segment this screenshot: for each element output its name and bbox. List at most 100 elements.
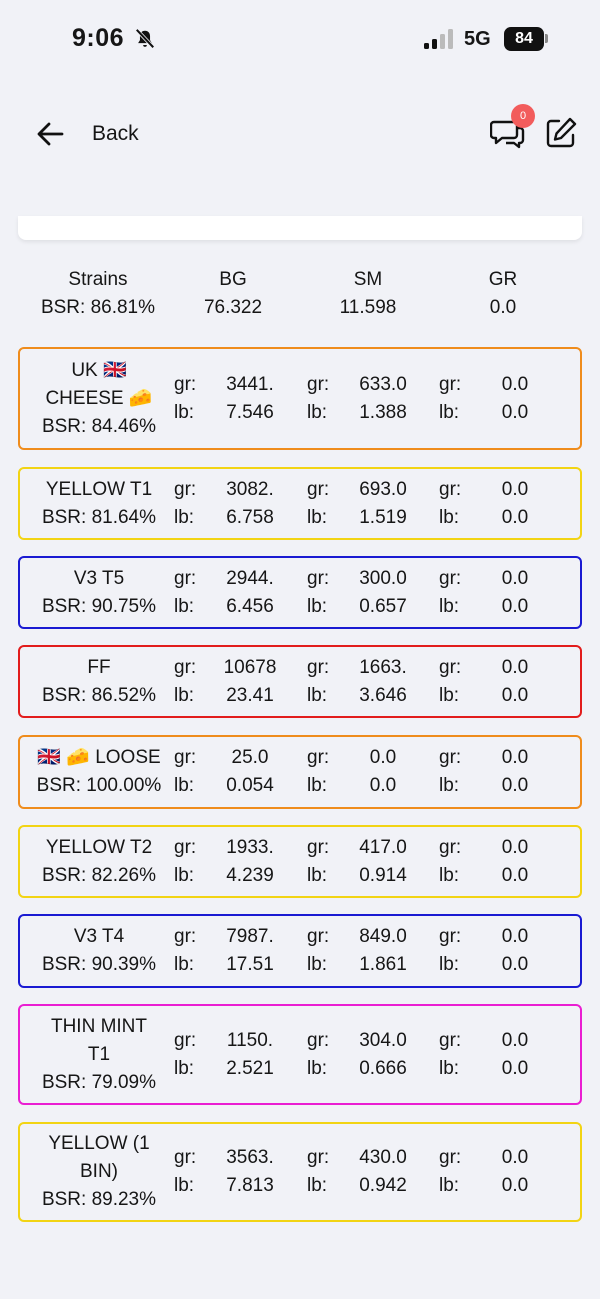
gr-label: gr:	[307, 657, 330, 678]
lb-label: lb:	[307, 507, 328, 528]
bg-lb-value: 2.521	[226, 1058, 274, 1079]
gr-gr-value: 0.0	[501, 1147, 529, 1168]
lb-label: lb:	[174, 775, 195, 796]
summary-gr: GR 0.0	[453, 266, 553, 322]
gr-line: gr: 3441. gr: 633.0 gr: 0.0	[20, 371, 580, 399]
gr-lb-value: 0.0	[501, 685, 529, 706]
sm-lb-value: 3.646	[359, 685, 407, 706]
bg-lb-value: 6.758	[226, 507, 274, 528]
gr-label: gr:	[174, 374, 197, 395]
lb-label: lb:	[174, 1175, 195, 1196]
gr-gr-value: 0.0	[501, 657, 529, 678]
sm-gr-value: 693.0	[359, 479, 407, 500]
gr-gr-value: 0.0	[501, 479, 529, 500]
gr-label: gr:	[174, 479, 197, 500]
gr-gr-value: 0.0	[501, 568, 529, 589]
lb-line: lb: 2.521 lb: 0.666 lb: 0.0	[20, 1055, 580, 1083]
gr-label: GR	[488, 269, 518, 290]
signal-icon	[424, 29, 453, 49]
gr-label: gr:	[174, 837, 197, 858]
sm-gr-value: 1663.	[359, 657, 407, 678]
lb-label: lb:	[307, 775, 328, 796]
bg-gr-value: 3082.	[226, 479, 274, 500]
gr-label: gr:	[174, 1030, 197, 1051]
strain-row[interactable]: 🇬🇧 🧀 LOOSE BSR: 100.00% gr: 25.0 gr: 0.0 gr: 0.…	[18, 735, 582, 809]
lb-line: lb: 6.456 lb: 0.657 lb: 0.0	[20, 593, 580, 621]
sm-total: 11.598	[339, 297, 397, 318]
lb-label: lb:	[439, 1175, 460, 1196]
lb-line: lb: 17.51 lb: 1.861 lb: 0.0	[20, 951, 580, 979]
network-label: 5G	[464, 28, 491, 50]
gr-label: gr:	[307, 568, 330, 589]
strain-row[interactable]: YELLOW T1 BSR: 81.64% gr: 3082. gr: 693.0 gr: 0…	[18, 467, 582, 540]
gr-label: gr:	[439, 479, 462, 500]
bell-muted-icon	[135, 28, 155, 49]
bg-lb-value: 23.41	[226, 685, 274, 706]
strain-row[interactable]: THIN MINT T1 BSR: 79.09% gr: 1150. gr: 304.0 gr…	[18, 1004, 582, 1105]
gr-lb-value: 0.0	[501, 954, 529, 975]
sm-gr-value: 417.0	[359, 837, 407, 858]
gr-line: gr: 10678 gr: 1663. gr: 0.0	[20, 654, 580, 682]
lb-label: lb:	[439, 775, 460, 796]
summary-sm: SM 11.598	[308, 266, 428, 322]
gr-gr-value: 0.0	[501, 926, 529, 947]
sm-gr-value: 300.0	[359, 568, 407, 589]
gr-gr-value: 0.0	[501, 1030, 529, 1051]
gr-line: gr: 3563. gr: 430.0 gr: 0.0	[20, 1144, 580, 1172]
sm-gr-value: 633.0	[359, 374, 407, 395]
gr-label: gr:	[174, 926, 197, 947]
sm-lb-value: 0.914	[359, 865, 407, 886]
gr-label: gr:	[439, 1147, 462, 1168]
bg-gr-value: 2944.	[226, 568, 274, 589]
sm-gr-value: 430.0	[359, 1147, 407, 1168]
strain-row[interactable]: YELLOW T2 BSR: 82.26% gr: 1933. gr: 417.0 gr: 0…	[18, 825, 582, 898]
bg-gr-value: 7987.	[226, 926, 274, 947]
gr-lb-value: 0.0	[501, 1175, 529, 1196]
gr-label: gr:	[439, 657, 462, 678]
gr-label: gr:	[307, 837, 330, 858]
top-card	[18, 216, 582, 240]
sm-lb-value: 0.657	[359, 596, 407, 617]
battery-icon: 84	[504, 27, 544, 51]
strain-row[interactable]: V3 T4 BSR: 90.39% gr: 7987. gr: 849.0 gr: 0.0 lb…	[18, 914, 582, 988]
battery-tip	[545, 34, 548, 43]
strain-row[interactable]: FF BSR: 86.52% gr: 10678 gr: 1663. gr: 0.0 lb: 23…	[18, 645, 582, 718]
lb-label: lb:	[307, 865, 328, 886]
strain-row[interactable]: UK 🇬🇧 CHEESE 🧀 BSR: 84.46% gr: 3441. gr: 633.0…	[18, 347, 582, 450]
lb-label: lb:	[307, 954, 328, 975]
sm-label: SM	[353, 269, 383, 290]
edit-icon[interactable]	[544, 116, 578, 150]
bg-gr-value: 1150.	[226, 1030, 274, 1051]
gr-lb-value: 0.0	[501, 865, 529, 886]
gr-lb-value: 0.0	[501, 1058, 529, 1079]
gr-label: gr:	[307, 374, 330, 395]
gr-line: gr: 3082. gr: 693.0 gr: 0.0	[20, 476, 580, 504]
lb-line: lb: 7.546 lb: 1.388 lb: 0.0	[20, 399, 580, 427]
gr-gr-value: 0.0	[501, 374, 529, 395]
lb-label: lb:	[307, 596, 328, 617]
gr-label: gr:	[174, 747, 197, 768]
lb-label: lb:	[174, 865, 195, 886]
back-button[interactable]: Back	[34, 114, 139, 154]
bg-gr-value: 3441.	[226, 374, 274, 395]
strains-label: Strains	[68, 269, 128, 290]
lb-label: lb:	[174, 596, 195, 617]
lb-line: lb: 4.239 lb: 0.914 lb: 0.0	[20, 862, 580, 890]
gr-line: gr: 2944. gr: 300.0 gr: 0.0	[20, 565, 580, 593]
lb-label: lb:	[307, 685, 328, 706]
status-time: 9:06	[72, 24, 125, 52]
lb-label: lb:	[174, 954, 195, 975]
bg-lb-value: 7.546	[226, 402, 274, 423]
gr-label: gr:	[439, 926, 462, 947]
sm-lb-value: 1.861	[359, 954, 407, 975]
strain-row[interactable]: YELLOW (1 BIN) BSR: 89.23% gr: 3563. gr: 430.0…	[18, 1122, 582, 1222]
bg-label: BG	[219, 269, 247, 290]
strain-row[interactable]: V3 T5 BSR: 90.75% gr: 2944. gr: 300.0 gr: 0.0 lb…	[18, 556, 582, 629]
lb-label: lb:	[439, 954, 460, 975]
gr-label: gr:	[439, 374, 462, 395]
bg-gr-value: 25.0	[231, 747, 269, 768]
gr-label: gr:	[439, 1030, 462, 1051]
battery-level: 84	[515, 30, 533, 47]
sm-lb-value: 1.519	[359, 507, 407, 528]
sm-lb-value: 0.0	[369, 775, 397, 796]
